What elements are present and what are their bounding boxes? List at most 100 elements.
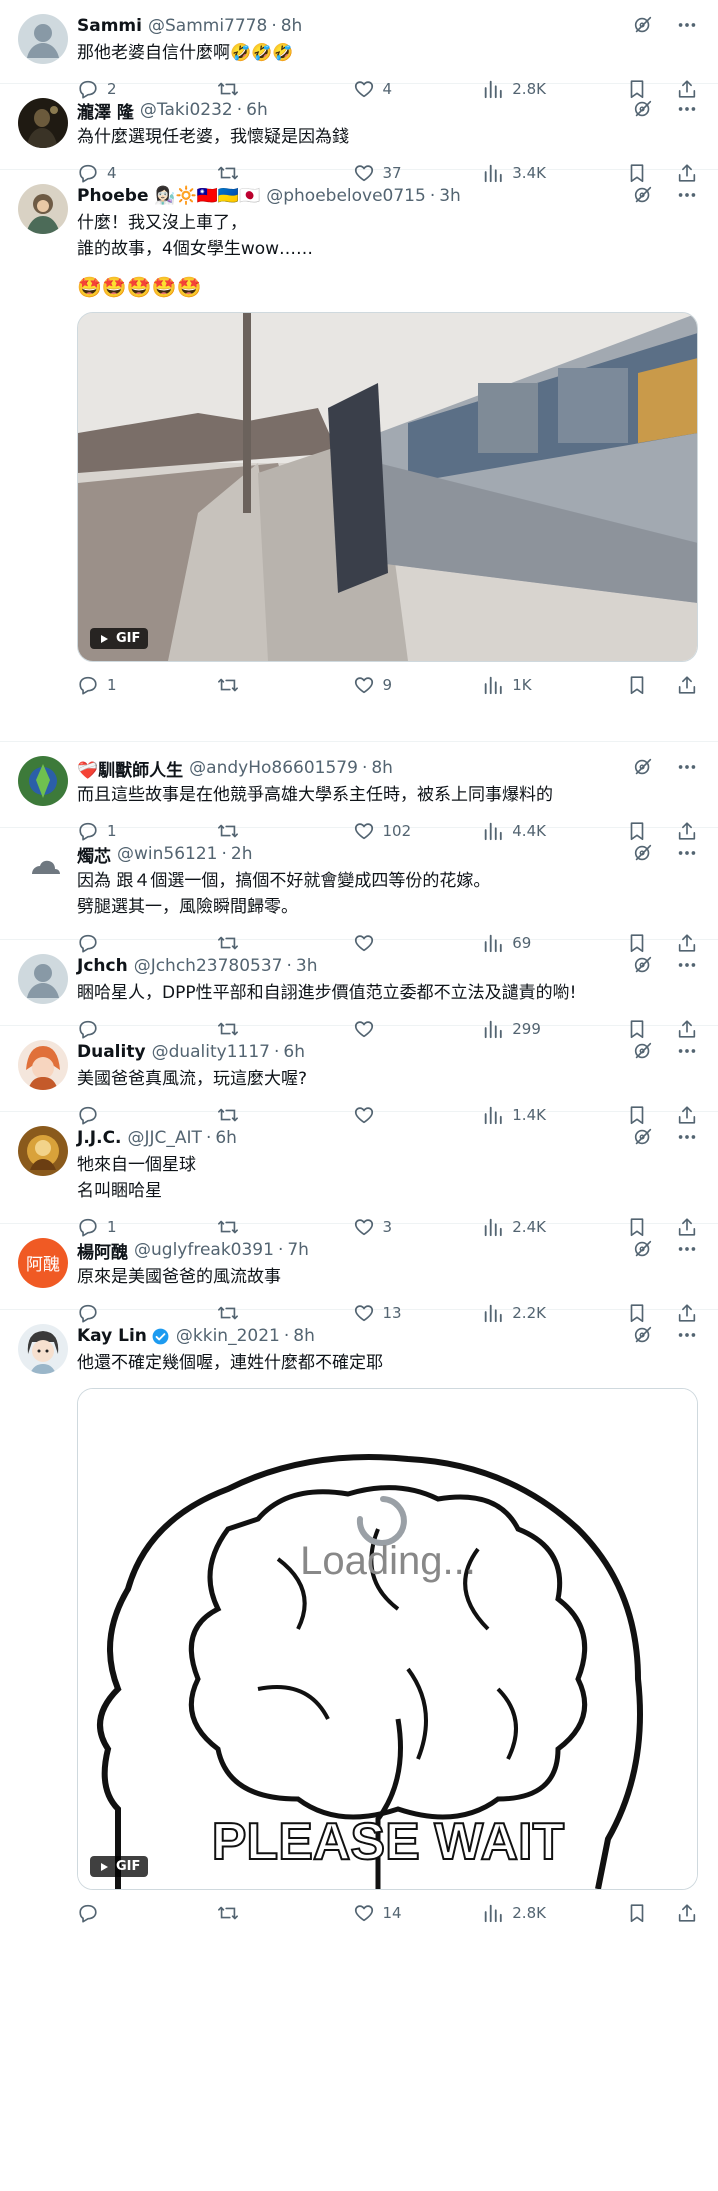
display-name[interactable]: Jchch: [77, 956, 128, 976]
avatar[interactable]: [18, 1126, 68, 1176]
tweet[interactable]: Kay Lin @kkin_2021 · 8h 他還不確定幾個喔，連姓什麼都不確…: [0, 1310, 718, 1945]
display-name[interactable]: 楊阿醜: [77, 1238, 128, 1263]
grok-icon[interactable]: [632, 14, 654, 36]
display-name[interactable]: 瀧澤 隆: [77, 98, 134, 123]
more-icon[interactable]: [676, 14, 698, 36]
more-icon[interactable]: [676, 1040, 698, 1062]
timestamp[interactable]: 2h: [231, 844, 253, 864]
grok-icon[interactable]: [632, 954, 654, 976]
tweet[interactable]: Duality @duality1117 · 6h 美國爸爸真風流，玩這麼大喔?…: [0, 1026, 718, 1112]
bookmark-icon[interactable]: [626, 674, 648, 696]
display-name[interactable]: Kay Lin: [77, 1326, 147, 1346]
user-handle[interactable]: @uglyfreak0391: [134, 1240, 274, 1260]
timestamp[interactable]: 6h: [246, 100, 268, 120]
display-name[interactable]: Phoebe 👩🏻‍🔬🔆🇹🇼🇺🇦🇯🇵: [77, 186, 260, 206]
display-name[interactable]: Sammi: [77, 16, 142, 36]
user-handle[interactable]: @Jchch23780537: [134, 956, 283, 976]
gif-label: GIF: [116, 1859, 141, 1874]
tweet[interactable]: 阿醜 楊阿醜 @uglyfreak0391 · 7h 原來是美國爸爸的風流故事 …: [0, 1224, 718, 1310]
user-handle[interactable]: @win56121: [117, 844, 217, 864]
tweet[interactable]: J.J.C. @JJC_AIT · 6h 牠來自一個星球 名叫睏哈星 1 3 2…: [0, 1112, 718, 1224]
more-icon[interactable]: [676, 954, 698, 976]
user-handle[interactable]: @andyHo86601579: [189, 758, 358, 778]
more-icon[interactable]: [676, 184, 698, 206]
play-icon: [98, 633, 110, 645]
grok-icon[interactable]: [632, 1040, 654, 1062]
retweet-button[interactable]: [217, 674, 353, 696]
display-name[interactable]: ❤️‍🩹馴獸師人生: [77, 756, 183, 781]
more-icon[interactable]: [676, 1126, 698, 1148]
grok-icon[interactable]: [632, 1238, 654, 1260]
timestamp[interactable]: 6h: [283, 1042, 305, 1062]
avatar[interactable]: [18, 954, 68, 1004]
views-button[interactable]: 1K: [482, 674, 626, 696]
tweet-header: 燭芯 @win56121 · 2h: [77, 842, 698, 867]
gif-badge[interactable]: GIF: [90, 1856, 149, 1877]
separator-dot: ·: [283, 1326, 290, 1346]
heart-icon: [353, 674, 375, 696]
tweet[interactable]: Sammi @Sammi7778 · 8h 那他老婆自信什麼啊🤣🤣🤣 2 4 2…: [0, 0, 718, 84]
timestamp[interactable]: 8h: [371, 758, 393, 778]
tweet[interactable]: ❤️‍🩹馴獸師人生 @andyHo86601579 · 8h 而且這些故事是在他…: [0, 742, 718, 828]
tweet[interactable]: Phoebe 👩🏻‍🔬🔆🇹🇼🇺🇦🇯🇵 @phoebelove0715 · 3h …: [0, 170, 718, 742]
more-icon[interactable]: [676, 98, 698, 120]
avatar[interactable]: [18, 1324, 68, 1374]
grok-icon[interactable]: [632, 1324, 654, 1346]
user-handle[interactable]: @duality1117: [152, 1042, 270, 1062]
like-button[interactable]: 14: [353, 1902, 483, 1924]
tweet-header-actions: [632, 14, 698, 36]
grok-icon[interactable]: [632, 184, 654, 206]
display-name[interactable]: Duality: [77, 1042, 146, 1062]
timestamp[interactable]: 7h: [287, 1240, 309, 1260]
more-icon[interactable]: [676, 1238, 698, 1260]
gif-badge[interactable]: GIF: [90, 628, 149, 649]
reply-button[interactable]: [77, 1902, 217, 1924]
grok-icon[interactable]: [632, 1126, 654, 1148]
user-handle[interactable]: @kkin_2021: [176, 1326, 280, 1346]
separator-dot: ·: [286, 956, 292, 976]
avatar[interactable]: [18, 184, 68, 234]
avatar[interactable]: [18, 756, 68, 806]
user-handle[interactable]: @JJC_AIT: [128, 1128, 202, 1148]
share-icon[interactable]: [676, 674, 698, 696]
avatar[interactable]: [18, 1040, 68, 1090]
more-icon[interactable]: [676, 756, 698, 778]
grok-icon[interactable]: [632, 842, 654, 864]
separator-dot: ·: [273, 1042, 280, 1062]
reply-button[interactable]: 1: [77, 674, 217, 696]
share-icon[interactable]: [676, 1902, 698, 1924]
timestamp[interactable]: 8h: [293, 1326, 315, 1346]
user-handle[interactable]: @Taki0232: [140, 100, 233, 120]
views-button[interactable]: 2.8K: [482, 1902, 626, 1924]
tweet[interactable]: 燭芯 @win56121 · 2h 因為 跟４個選一個，搞個不好就會變成四等份的…: [0, 828, 718, 940]
gif-media[interactable]: GIF: [77, 312, 698, 662]
bookmark-icon[interactable]: [626, 1902, 648, 1924]
tweet[interactable]: 瀧澤 隆 @Taki0232 · 6h 為什麼選現任老婆，我懷疑是因為錢 4 3…: [0, 84, 718, 170]
timestamp[interactable]: 6h: [215, 1128, 237, 1148]
avatar[interactable]: 阿醜: [18, 1238, 68, 1288]
display-name[interactable]: 燭芯: [77, 842, 111, 867]
tweet-header: Phoebe 👩🏻‍🔬🔆🇹🇼🇺🇦🇯🇵 @phoebelove0715 · 3h: [77, 184, 698, 208]
avatar[interactable]: [18, 842, 68, 892]
avatar[interactable]: [18, 14, 68, 64]
retweet-icon: [217, 674, 239, 696]
reply-icon: [77, 674, 99, 696]
tweet[interactable]: Jchch @Jchch23780537 · 3h 睏哈星人，DPP性平部和自詡…: [0, 940, 718, 1026]
more-icon[interactable]: [676, 842, 698, 864]
like-button[interactable]: 9: [353, 674, 483, 696]
grok-icon[interactable]: [632, 98, 654, 120]
timestamp[interactable]: 3h: [296, 956, 318, 976]
grok-icon[interactable]: [632, 756, 654, 778]
user-handle[interactable]: @Sammi7778: [148, 16, 267, 36]
avatar[interactable]: [18, 98, 68, 148]
timestamp[interactable]: 3h: [439, 186, 461, 206]
display-name[interactable]: J.J.C.: [77, 1128, 122, 1148]
reply-feed: Sammi @Sammi7778 · 8h 那他老婆自信什麼啊🤣🤣🤣 2 4 2…: [0, 0, 718, 1945]
retweet-button[interactable]: [217, 1902, 353, 1924]
timestamp[interactable]: 8h: [281, 16, 303, 36]
more-icon[interactable]: [676, 1324, 698, 1346]
view-count: 2.8K: [512, 1904, 546, 1922]
gif-media[interactable]: Loading... PLEASE WAIT GIF: [77, 1388, 698, 1890]
verified-badge-icon[interactable]: [151, 1327, 170, 1346]
user-handle[interactable]: @phoebelove0715: [266, 186, 426, 206]
